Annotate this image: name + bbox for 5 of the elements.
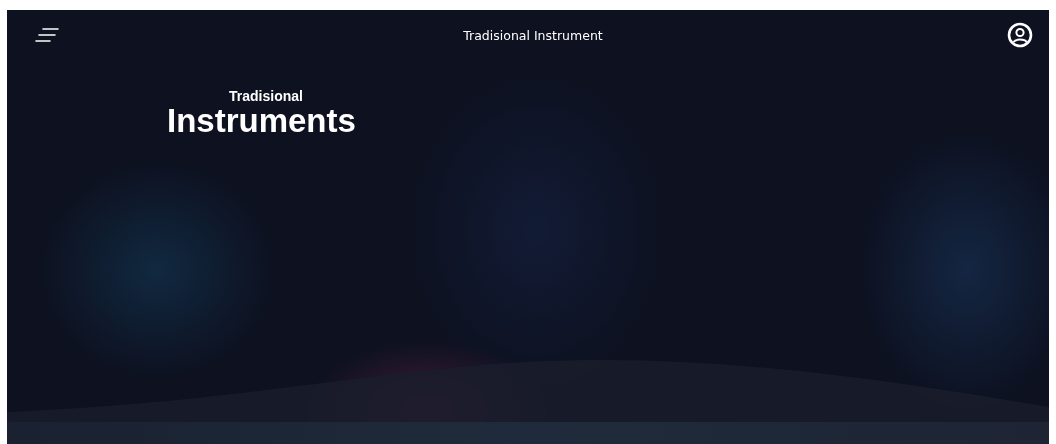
- hero-title: Instruments: [167, 104, 356, 139]
- menu-icon[interactable]: [35, 28, 59, 42]
- user-avatar-icon[interactable]: [1007, 22, 1033, 48]
- hero-kicker: Tradisional: [229, 88, 303, 104]
- page-title: Tradisional Instrument: [463, 27, 603, 43]
